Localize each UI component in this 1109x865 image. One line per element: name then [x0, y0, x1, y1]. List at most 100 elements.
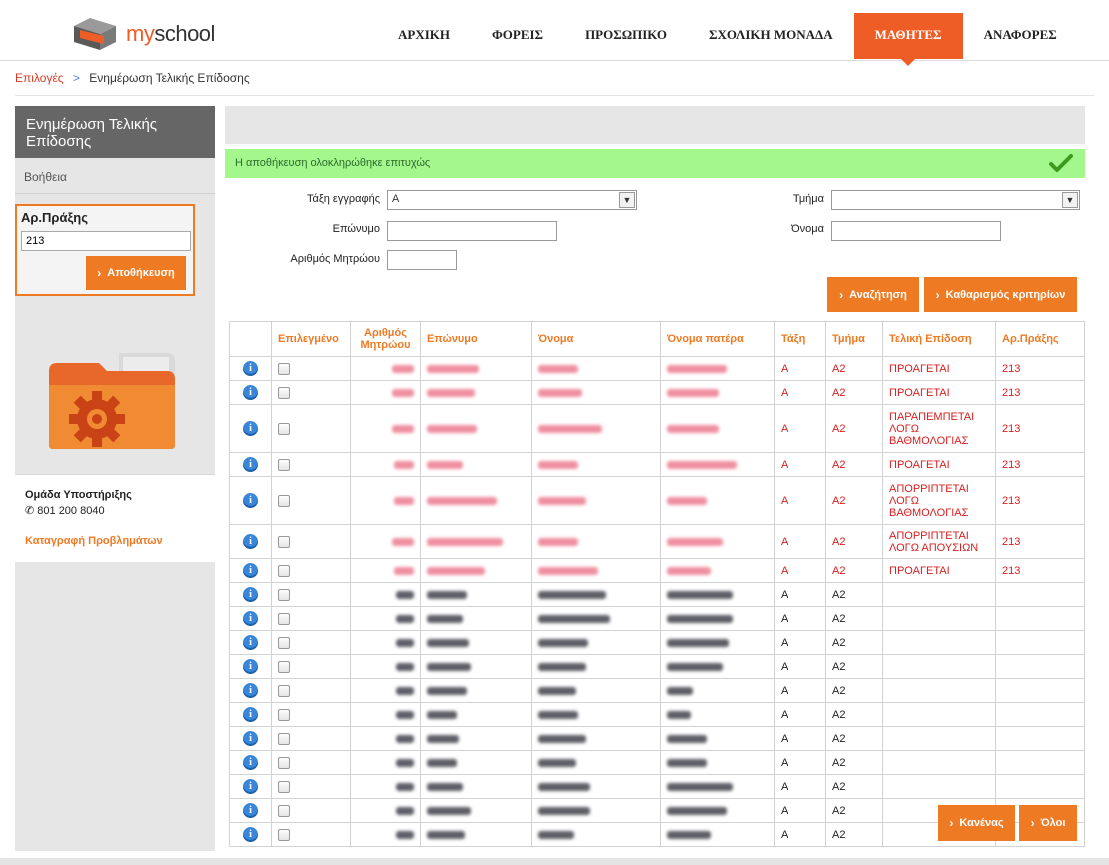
row-checkbox[interactable]	[278, 588, 290, 601]
nav-item-reports[interactable]: ΑΝΑΦΟΡΕΣ	[963, 13, 1078, 59]
info-icon[interactable]: i	[243, 755, 258, 770]
act-number-input[interactable]	[21, 231, 191, 251]
info-icon[interactable]: i	[243, 803, 258, 818]
surname-filter-input[interactable]	[387, 221, 557, 241]
row-checkbox[interactable]	[278, 636, 290, 649]
info-icon[interactable]: i	[243, 659, 258, 674]
select-all-button[interactable]: › Όλοι	[1019, 805, 1077, 841]
row-checkbox[interactable]	[278, 780, 290, 793]
info-icon[interactable]: i	[243, 827, 258, 842]
reg-number-cell	[350, 750, 421, 775]
info-icon[interactable]: i	[243, 635, 258, 650]
reg-number-cell	[350, 774, 421, 799]
redacted-reg-number	[396, 686, 414, 695]
redacted-surname	[427, 566, 485, 575]
reg-number-cell	[350, 380, 421, 405]
redacted-name	[538, 758, 576, 767]
chevron-right-icon: ›	[949, 816, 954, 830]
info-icon[interactable]: i	[243, 457, 258, 472]
redacted-surname	[427, 734, 459, 743]
section-filter-select[interactable]: ▼	[831, 190, 1080, 210]
info-icon[interactable]: i	[243, 563, 258, 578]
redacted-father-name	[667, 566, 711, 575]
class-filter-select[interactable]: Α ▼	[387, 190, 637, 210]
redacted-father-name	[667, 758, 707, 767]
name-cell	[531, 558, 661, 583]
row-checkbox[interactable]	[278, 828, 290, 841]
save-button-label: Αποθήκευση	[107, 267, 175, 279]
info-cell: i	[229, 404, 272, 453]
col-class: Τάξη	[774, 321, 826, 357]
save-button[interactable]: › Αποθήκευση	[86, 256, 186, 290]
info-icon[interactable]: i	[243, 731, 258, 746]
info-icon[interactable]: i	[243, 361, 258, 376]
row-checkbox[interactable]	[278, 564, 290, 577]
nav-item-home[interactable]: ΑΡΧΙΚΗ	[377, 13, 471, 59]
row-checkbox[interactable]	[278, 756, 290, 769]
info-icon[interactable]: i	[243, 683, 258, 698]
support-phone-row: ✆ 801 200 8040	[25, 504, 205, 517]
redacted-father-name	[667, 830, 711, 839]
info-cell: i	[229, 558, 272, 583]
surname-cell	[420, 380, 532, 405]
row-checkbox[interactable]	[278, 732, 290, 745]
section-cell: Α2	[825, 582, 883, 607]
father-name-cell	[660, 774, 775, 799]
row-checkbox[interactable]	[278, 804, 290, 817]
row-checkbox[interactable]	[278, 535, 290, 548]
nav-item-students[interactable]: ΜΑΘΗΤΕΣ	[853, 13, 963, 66]
act-number-cell	[995, 726, 1085, 751]
reg-number-filter-input[interactable]	[387, 250, 457, 270]
final-result-cell	[882, 678, 996, 703]
row-checkbox[interactable]	[278, 386, 290, 399]
father-name-cell	[660, 630, 775, 655]
row-checkbox[interactable]	[278, 660, 290, 673]
info-icon[interactable]: i	[243, 779, 258, 794]
redacted-surname	[427, 782, 463, 791]
row-checkbox[interactable]	[278, 422, 290, 435]
clear-criteria-button[interactable]: › Καθαρισμός κριτηρίων	[924, 277, 1077, 312]
row-checkbox[interactable]	[278, 458, 290, 471]
nav-item-staff[interactable]: ΠΡΟΣΩΠΙΚΟ	[564, 13, 688, 59]
section-cell: Α2	[825, 774, 883, 799]
surname-cell	[420, 606, 532, 631]
info-cell: i	[229, 654, 272, 679]
breadcrumb-root-link[interactable]: Επιλογές	[15, 71, 64, 85]
act-number-label: Αρ.Πράξης	[21, 210, 88, 225]
info-icon[interactable]: i	[243, 385, 258, 400]
info-icon[interactable]: i	[243, 611, 258, 626]
reg-number-cell	[350, 678, 421, 703]
info-icon[interactable]: i	[243, 707, 258, 722]
row-checkbox[interactable]	[278, 684, 290, 697]
info-icon[interactable]: i	[243, 587, 258, 602]
info-icon[interactable]: i	[243, 421, 258, 436]
final-result-cell	[882, 726, 996, 751]
row-checkbox[interactable]	[278, 708, 290, 721]
surname-cell	[420, 798, 532, 823]
row-checkbox[interactable]	[278, 494, 290, 507]
father-name-cell	[660, 702, 775, 727]
row-checkbox[interactable]	[278, 612, 290, 625]
name-cell	[531, 404, 661, 453]
info-icon[interactable]: i	[243, 493, 258, 508]
select-none-button[interactable]: › Κανένας	[938, 805, 1015, 841]
act-number-cell	[995, 774, 1085, 799]
redacted-surname	[427, 388, 475, 397]
search-button[interactable]: › Αναζήτηση	[827, 277, 919, 312]
help-link[interactable]: Βοήθεια	[15, 158, 215, 194]
report-problems-link[interactable]: Καταγραφή Προβλημάτων	[25, 535, 205, 547]
info-icon[interactable]: i	[243, 534, 258, 549]
act-number-cell	[995, 606, 1085, 631]
class-cell: Α	[774, 630, 826, 655]
name-filter-input[interactable]	[831, 221, 1001, 241]
table-row: i Α Α2 ΠΡΟΑΓΕΤΑΙ 213	[229, 380, 1085, 405]
surname-cell	[420, 356, 532, 381]
name-cell	[531, 524, 661, 559]
myschool-logo[interactable]: myschool	[70, 15, 215, 53]
info-cell: i	[229, 630, 272, 655]
nav-item-school-unit[interactable]: ΣΧΟΛΙΚΗ ΜΟΝΑΔΑ	[688, 13, 854, 59]
redacted-father-name	[667, 614, 733, 623]
redacted-name	[538, 710, 578, 719]
nav-item-bodies[interactable]: ΦΟΡΕΙΣ	[471, 13, 564, 59]
row-checkbox[interactable]	[278, 362, 290, 375]
